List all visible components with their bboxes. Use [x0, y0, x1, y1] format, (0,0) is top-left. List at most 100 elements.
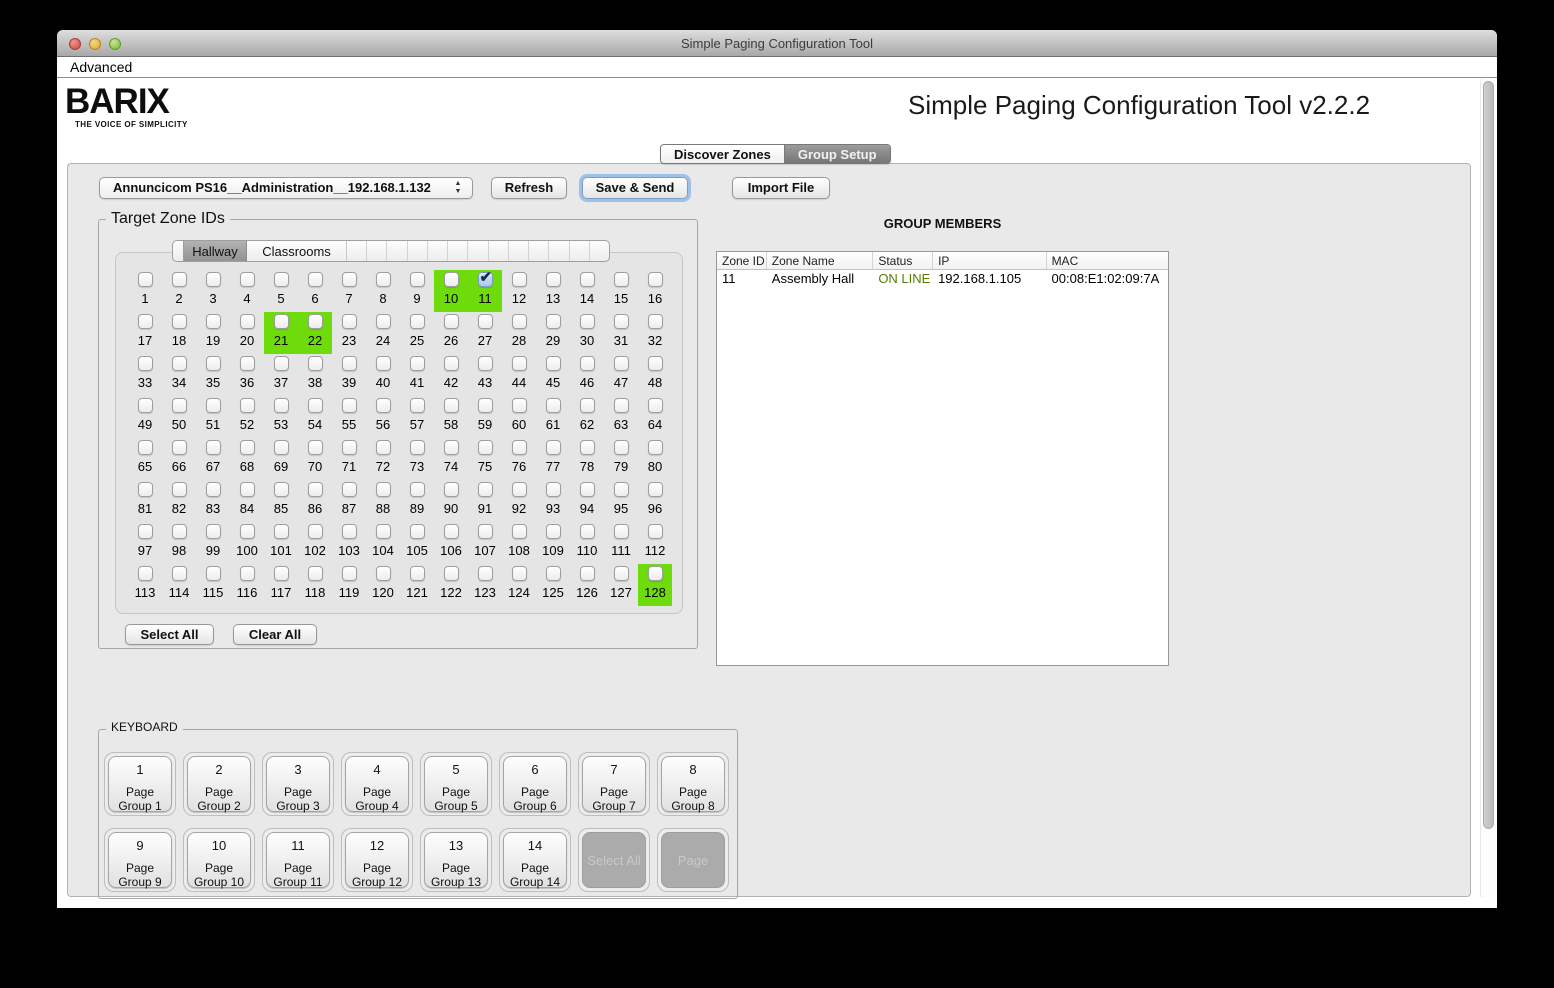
zone-cell-27[interactable]: 27 — [468, 312, 502, 354]
zone-checkbox-86[interactable] — [308, 482, 323, 497]
zone-checkbox-105[interactable] — [410, 524, 425, 539]
zone-checkbox-62[interactable] — [580, 398, 595, 413]
zone-checkbox-68[interactable] — [240, 440, 255, 455]
page-group-button-8[interactable]: 8PageGroup 8 — [657, 752, 729, 816]
zone-cell-112[interactable]: 112 — [638, 522, 672, 564]
page-group-button-face[interactable]: 4PageGroup 4 — [345, 756, 409, 812]
zone-cell-17[interactable]: 17 — [128, 312, 162, 354]
tab-classrooms[interactable]: Classrooms — [247, 241, 347, 261]
zone-cell-91[interactable]: 91 — [468, 480, 502, 522]
zone-cell-51[interactable]: 51 — [196, 396, 230, 438]
zone-checkbox-93[interactable] — [546, 482, 561, 497]
zone-checkbox-6[interactable] — [308, 272, 323, 287]
zone-checkbox-5[interactable] — [274, 272, 289, 287]
zone-checkbox-97[interactable] — [138, 524, 153, 539]
page-group-button-face[interactable]: 11PageGroup 11 — [266, 832, 330, 888]
zone-checkbox-121[interactable] — [410, 566, 425, 581]
zone-cell-41[interactable]: 41 — [400, 354, 434, 396]
zone-checkbox-128[interactable] — [648, 566, 663, 581]
table-row[interactable]: 11Assembly HallON LINE192.168.1.10500:08… — [717, 270, 1168, 288]
page-group-button-face[interactable]: 1PageGroup 1 — [108, 756, 172, 812]
zone-checkbox-114[interactable] — [172, 566, 187, 581]
menu-advanced[interactable]: Advanced — [66, 59, 136, 75]
zone-cell-46[interactable]: 46 — [570, 354, 604, 396]
zone-cell-110[interactable]: 110 — [570, 522, 604, 564]
page-group-button-4[interactable]: 4PageGroup 4 — [341, 752, 413, 816]
zone-checkbox-82[interactable] — [172, 482, 187, 497]
zone-cell-52[interactable]: 52 — [230, 396, 264, 438]
zone-cell-103[interactable]: 103 — [332, 522, 366, 564]
zone-checkbox-31[interactable] — [614, 314, 629, 329]
zone-cell-89[interactable]: 89 — [400, 480, 434, 522]
zone-checkbox-24[interactable] — [376, 314, 391, 329]
column-header-zone-name[interactable]: Zone Name — [767, 252, 874, 269]
page-group-button-14[interactable]: 14PageGroup 14 — [499, 828, 571, 892]
zone-checkbox-77[interactable] — [546, 440, 561, 455]
zone-cell-47[interactable]: 47 — [604, 354, 638, 396]
page-group-button-13[interactable]: 13PageGroup 13 — [420, 828, 492, 892]
zone-checkbox-99[interactable] — [206, 524, 221, 539]
zone-checkbox-85[interactable] — [274, 482, 289, 497]
page-group-button-3[interactable]: 3PageGroup 3 — [262, 752, 334, 816]
zone-cell-25[interactable]: 25 — [400, 312, 434, 354]
zone-cell-105[interactable]: 105 — [400, 522, 434, 564]
zone-cell-78[interactable]: 78 — [570, 438, 604, 480]
zone-checkbox-83[interactable] — [206, 482, 221, 497]
zone-cell-50[interactable]: 50 — [162, 396, 196, 438]
zone-checkbox-127[interactable] — [614, 566, 629, 581]
zone-checkbox-32[interactable] — [648, 314, 663, 329]
zone-checkbox-65[interactable] — [138, 440, 153, 455]
zone-checkbox-7[interactable] — [342, 272, 357, 287]
zone-cell-87[interactable]: 87 — [332, 480, 366, 522]
zone-checkbox-116[interactable] — [240, 566, 255, 581]
zone-cell-21[interactable]: 21 — [264, 312, 298, 354]
page-group-button-6[interactable]: 6PageGroup 6 — [499, 752, 571, 816]
zone-checkbox-126[interactable] — [580, 566, 595, 581]
zone-cell-75[interactable]: 75 — [468, 438, 502, 480]
import-file-button[interactable]: Import File — [732, 177, 830, 199]
zone-checkbox-1[interactable] — [138, 272, 153, 287]
zone-checkbox-2[interactable] — [172, 272, 187, 287]
zone-checkbox-56[interactable] — [376, 398, 391, 413]
zone-cell-108[interactable]: 108 — [502, 522, 536, 564]
zone-cell-2[interactable]: 2 — [162, 270, 196, 312]
zone-checkbox-120[interactable] — [376, 566, 391, 581]
tab-hallway[interactable]: Hallway — [183, 241, 247, 261]
zone-checkbox-84[interactable] — [240, 482, 255, 497]
zone-checkbox-63[interactable] — [614, 398, 629, 413]
zone-cell-57[interactable]: 57 — [400, 396, 434, 438]
zone-checkbox-98[interactable] — [172, 524, 187, 539]
zone-cell-34[interactable]: 34 — [162, 354, 196, 396]
zone-checkbox-66[interactable] — [172, 440, 187, 455]
zone-cell-33[interactable]: 33 — [128, 354, 162, 396]
zone-cell-5[interactable]: 5 — [264, 270, 298, 312]
zone-checkbox-104[interactable] — [376, 524, 391, 539]
zone-checkbox-34[interactable] — [172, 356, 187, 371]
zone-cell-66[interactable]: 66 — [162, 438, 196, 480]
zone-checkbox-70[interactable] — [308, 440, 323, 455]
clear-all-zones-button[interactable]: Clear All — [233, 624, 317, 645]
zone-cell-116[interactable]: 116 — [230, 564, 264, 606]
zone-cell-71[interactable]: 71 — [332, 438, 366, 480]
zone-checkbox-48[interactable] — [648, 356, 663, 371]
zone-cell-59[interactable]: 59 — [468, 396, 502, 438]
zone-cell-43[interactable]: 43 — [468, 354, 502, 396]
page-group-button-face[interactable]: 5PageGroup 5 — [424, 756, 488, 812]
zone-checkbox-91[interactable] — [478, 482, 493, 497]
zone-cell-121[interactable]: 121 — [400, 564, 434, 606]
zone-cell-48[interactable]: 48 — [638, 354, 672, 396]
zone-cell-10[interactable]: 10 — [434, 270, 468, 312]
page-group-button-face[interactable]: 14PageGroup 14 — [503, 832, 567, 888]
zone-cell-24[interactable]: 24 — [366, 312, 400, 354]
zone-cell-120[interactable]: 120 — [366, 564, 400, 606]
zone-cell-107[interactable]: 107 — [468, 522, 502, 564]
zone-checkbox-76[interactable] — [512, 440, 527, 455]
zone-cell-44[interactable]: 44 — [502, 354, 536, 396]
zone-cell-60[interactable]: 60 — [502, 396, 536, 438]
zone-cell-39[interactable]: 39 — [332, 354, 366, 396]
column-header-ip[interactable]: IP — [933, 252, 1046, 269]
zone-checkbox-4[interactable] — [240, 272, 255, 287]
zone-checkbox-36[interactable] — [240, 356, 255, 371]
zone-cell-114[interactable]: 114 — [162, 564, 196, 606]
zone-checkbox-27[interactable] — [478, 314, 493, 329]
